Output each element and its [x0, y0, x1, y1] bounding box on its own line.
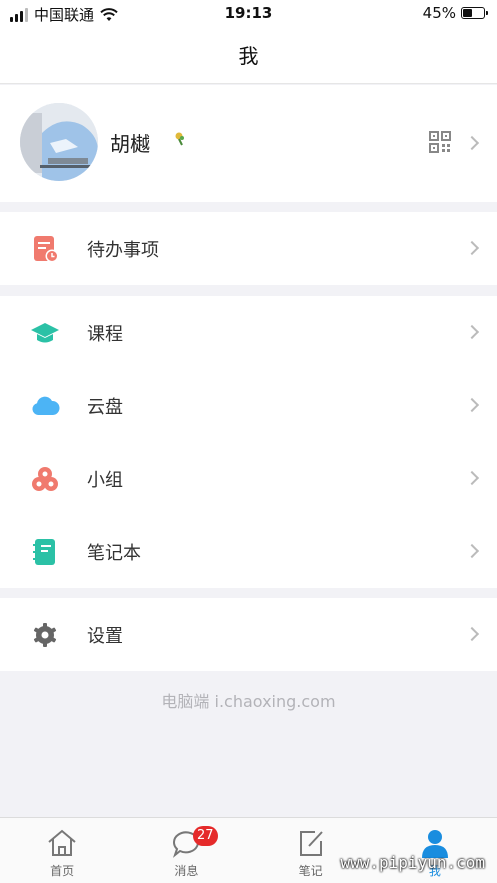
todo-icon [34, 236, 59, 263]
page-title: 我 [0, 28, 497, 84]
menu-item-label: 设置 [87, 626, 123, 647]
tab-home[interactable]: 首页 [0, 818, 124, 883]
chevron-right-icon [464, 397, 480, 413]
chevron-right-icon [464, 240, 480, 256]
avatar[interactable] [20, 103, 98, 181]
chevron-right-icon [464, 135, 480, 151]
menu-item-label: 待办事项 [87, 240, 159, 261]
menu-item-cloud-drive[interactable]: 云盘 [0, 369, 497, 442]
battery-icon [461, 7, 488, 19]
unread-badge: 27 [193, 826, 218, 846]
chevron-right-icon [464, 470, 480, 486]
menu-item-notebook[interactable]: 笔记本 [0, 515, 497, 588]
menu-item-settings[interactable]: 设置 [0, 598, 497, 671]
level-badge-icon [175, 132, 184, 146]
user-name: 胡樾 [110, 132, 150, 156]
profile-card[interactable]: 胡樾 [0, 85, 497, 202]
menu-item-label: 课程 [87, 324, 123, 345]
chevron-right-icon [464, 324, 480, 340]
status-bar: 中国联通 19:13 45% [0, 0, 497, 28]
notebook-icon [33, 539, 55, 565]
tab-notes[interactable]: 笔记 [249, 818, 373, 883]
menu-item-groups[interactable]: 小组 [0, 442, 497, 515]
menu-item-label: 笔记本 [87, 543, 141, 564]
menu-item-courses[interactable]: 课程 [0, 296, 497, 369]
menu-item-label: 云盘 [87, 397, 123, 418]
graduation-cap-icon [31, 323, 59, 343]
home-icon [48, 829, 76, 856]
menu-item-label: 小组 [87, 470, 123, 491]
gear-icon [33, 623, 57, 647]
tab-me[interactable]: 我 [373, 818, 497, 883]
battery-percent: 45% [422, 4, 456, 22]
cloud-icon [32, 396, 60, 415]
qr-code-icon[interactable] [429, 131, 451, 153]
group-icon [32, 467, 58, 491]
pc-site-link[interactable]: 电脑端 i.chaoxing.com [0, 688, 497, 712]
menu-item-todo[interactable]: 待办事项 [0, 212, 497, 285]
tab-messages[interactable]: 消息 [124, 818, 248, 883]
tab-label: 首页 [50, 864, 75, 878]
chevron-right-icon [464, 543, 480, 559]
tab-label: 消息 [174, 864, 199, 878]
watermark: www.pipiyun.com [340, 853, 486, 872]
tab-bar: 首页 消息 笔记 我 [0, 817, 497, 883]
note-edit-icon [299, 831, 323, 856]
chevron-right-icon [464, 626, 480, 642]
